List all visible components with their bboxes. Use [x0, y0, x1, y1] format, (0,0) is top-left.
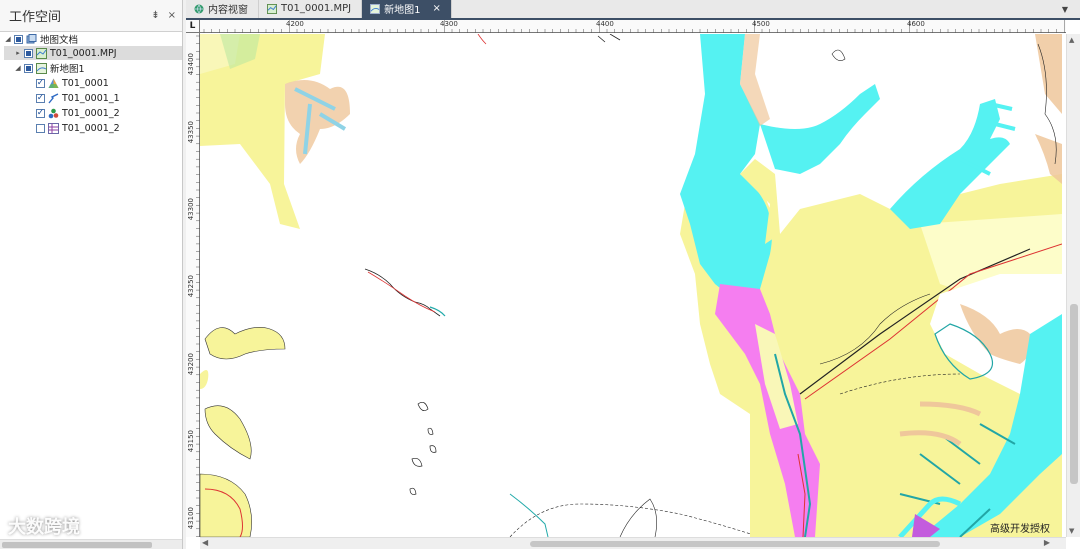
watermark-logo: 大数跨境 [8, 517, 80, 538]
tab-content-view[interactable]: 内容视窗 [186, 0, 259, 18]
globe-icon [194, 4, 204, 14]
map-contact-line [597, 34, 621, 43]
close-icon[interactable]: × [168, 10, 176, 21]
layer-checkbox[interactable] [36, 93, 45, 103]
x-tick-label: 4400 [596, 20, 614, 28]
close-tab-icon[interactable]: × [432, 3, 440, 14]
license-status: 高级开发授权 [990, 524, 1050, 535]
workspace-header: 工作空间 ⇟ × [0, 0, 182, 32]
layer-checkbox[interactable] [36, 78, 45, 88]
x-tick-label: 4200 [286, 20, 304, 28]
y-tick-label: 43300 [187, 198, 195, 221]
scroll-up-icon[interactable]: ▲ [1069, 36, 1074, 44]
geologic-map [200, 34, 1062, 537]
map-outline [417, 402, 429, 411]
x-tick-label: 4300 [440, 20, 458, 28]
map-polygon-yellow [200, 370, 209, 389]
y-tick-label: 43150 [187, 430, 195, 453]
map-icon [36, 62, 47, 74]
point-layer-icon [48, 108, 59, 118]
y-tick-label: 43200 [187, 353, 195, 376]
workspace-scrollbar[interactable] [0, 539, 182, 549]
map-outline [411, 457, 423, 467]
tab-label: T01_0001.MPJ [281, 3, 352, 14]
tree-item-label: T01_0001.MPJ [50, 47, 117, 59]
scroll-thumb[interactable] [530, 541, 940, 547]
map-doc-icon [26, 33, 37, 43]
tree-item-map-document[interactable]: ◢ 地图文档 [4, 32, 182, 46]
tree-item-area-layer[interactable]: T01_0001 [4, 76, 182, 90]
tree-item-label: T01_0001 [62, 77, 109, 89]
tree-item-point-layer[interactable]: T01_0001_2 [4, 106, 182, 120]
y-tick-label: 43350 [187, 121, 195, 144]
y-tick-label: 43100 [187, 507, 195, 530]
tree-item-label: T01_0001_2 [62, 107, 120, 119]
scroll-down-icon[interactable]: ▼ [1069, 527, 1074, 535]
layer-checkbox[interactable] [24, 63, 33, 73]
line-layer-icon [48, 92, 59, 103]
pin-icon[interactable]: ⇟ [151, 10, 159, 21]
tree-item-map[interactable]: ◢ 新地图1 [4, 61, 182, 75]
scroll-right-icon[interactable]: ▶ [1044, 538, 1050, 547]
horizontal-scrollbar[interactable]: ◀ ▶ [200, 537, 1066, 549]
tree-item-project[interactable]: ▸ T01_0001.MPJ [4, 46, 182, 60]
tab-label: 新地图1 [384, 5, 421, 16]
map-polygon-yellow [204, 327, 286, 360]
tree-item-label: 地图文档 [40, 35, 79, 46]
x-tick-label: 4600 [907, 20, 925, 28]
map-contact-line [619, 498, 657, 537]
y-tick-label: 43250 [187, 275, 195, 298]
map-polygon-yellow [200, 473, 252, 537]
layer-checkbox[interactable] [24, 48, 33, 58]
tab-new-map[interactable]: 新地图1 × [362, 0, 452, 18]
layer-checkbox[interactable] [36, 123, 45, 133]
tree-item-table-layer[interactable]: T01_0001_2 [4, 121, 182, 135]
x-tick-label: 4500 [752, 20, 770, 28]
map-dashed-boundary [509, 503, 761, 537]
scroll-left-icon[interactable]: ◀ [202, 538, 208, 547]
map-view: L 4200 4300 4400 4500 4600 43400 43350 4… [186, 20, 1080, 549]
scroll-thumb[interactable] [1070, 304, 1078, 484]
ruler-left: 43400 43350 43300 43250 43200 43150 4310… [186, 33, 200, 537]
map-outline [429, 445, 437, 453]
layer-checkbox[interactable] [14, 34, 23, 44]
map-polygon-yellow [204, 405, 252, 460]
map-outline [831, 49, 846, 61]
table-layer-icon [48, 122, 59, 134]
map-polygon-cyan [760, 84, 880, 174]
map-fault-red [477, 34, 487, 45]
tree-item-line-layer[interactable]: T01_0001_1 [4, 91, 182, 105]
workspace-title: 工作空间 [9, 10, 62, 25]
map-icon [370, 3, 381, 14]
map-outline [409, 487, 417, 495]
document-tabbar: 内容视窗 T01_0001.MPJ 新地图1 × ▼ [186, 0, 1080, 20]
map-canvas[interactable] [200, 34, 1062, 537]
collapse-arrow-icon[interactable]: ◢ [14, 64, 22, 72]
tree-item-label: T01_0001_1 [62, 92, 120, 104]
map-river-cyan [509, 493, 549, 537]
layer-checkbox[interactable] [36, 108, 45, 118]
map-outline [427, 427, 434, 435]
tab-label: 内容视窗 [208, 5, 248, 16]
expand-arrow-icon[interactable]: ▸ [14, 49, 22, 57]
tab-project[interactable]: T01_0001.MPJ [259, 0, 363, 18]
workspace-panel: 工作空间 ⇟ × ◢ 地图文档 ▸ T01_0001.MPJ ◢ 新地图1 T0… [0, 0, 183, 549]
tab-menu-icon[interactable]: ▼ [1062, 5, 1080, 14]
ruler-top: 4200 4300 4400 4500 4600 [200, 20, 1066, 33]
map-polygon-orange [285, 80, 350, 164]
map-fault-red [367, 271, 436, 313]
project-icon [36, 47, 47, 59]
ruler-corner: L [186, 20, 200, 33]
tree-item-label: T01_0001_2 [62, 122, 120, 134]
ruler-top-ticks [203, 20, 1065, 33]
y-tick-label: 43400 [187, 53, 195, 76]
area-layer-icon [48, 78, 59, 88]
vertical-scrollbar[interactable]: ▲ ▼ [1066, 34, 1080, 537]
tree-item-label: 新地图1 [50, 64, 85, 75]
project-icon [267, 3, 277, 14]
collapse-arrow-icon[interactable]: ◢ [4, 35, 12, 43]
